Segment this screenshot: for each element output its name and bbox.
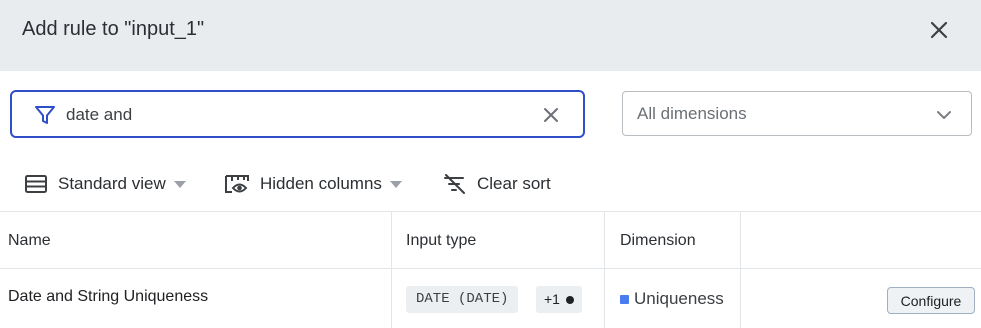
column-header-actions [741,212,981,269]
clear-sort-icon [444,174,465,194]
hidden-columns-icon [225,175,249,193]
search-box [10,90,585,138]
dialog-title: Add rule to "input_1" [22,18,205,40]
rule-name: Date and String Uniqueness [8,288,209,305]
chevron-down-icon [937,111,951,119]
clear-icon[interactable] [540,104,562,126]
dimension-value: Uniqueness [620,289,724,309]
hidden-columns-button[interactable]: Hidden columns [224,170,402,198]
column-header-input-type[interactable]: Input type [392,212,605,269]
rules-table: Name Input type Dimension Date and Strin… [0,211,981,328]
close-icon [930,21,948,39]
caret-down-icon [389,180,402,188]
clear-sort-label: Clear sort [477,174,551,193]
hidden-columns-label: Hidden columns [260,174,382,193]
configure-button[interactable]: Configure [887,287,975,314]
name-cell: Date and String Uniqueness [0,269,392,328]
table-row[interactable]: Date and String Uniqueness DATE (DATE) +… [0,269,981,328]
dimension-select[interactable]: All dimensions [622,91,972,136]
dialog-header: Add rule to "input_1" [0,0,981,71]
input-type-chip: DATE (DATE) [406,286,519,313]
column-header-name[interactable]: Name [0,212,392,269]
search-input[interactable] [66,101,526,129]
table-header: Name Input type Dimension [0,212,981,269]
dimension-color-icon [620,294,629,304]
close-button[interactable] [925,16,953,44]
caret-down-icon [173,180,186,188]
view-list-icon [25,175,47,193]
filter-icon [35,106,55,124]
table-toolbar: Standard view Hidden columns Clear sort [0,160,981,208]
column-header-dimension[interactable]: Dimension [605,212,741,269]
standard-view-button[interactable]: Standard view [24,170,186,198]
dimension-select-value: All dimensions [637,104,747,123]
more-types-chip[interactable]: +1 [536,286,582,313]
clear-sort-button[interactable]: Clear sort [443,170,551,198]
dimension-label: Uniqueness [634,289,724,308]
standard-view-label: Standard view [58,174,166,193]
more-types-count: +1 [544,291,560,307]
dot-icon [565,295,574,304]
